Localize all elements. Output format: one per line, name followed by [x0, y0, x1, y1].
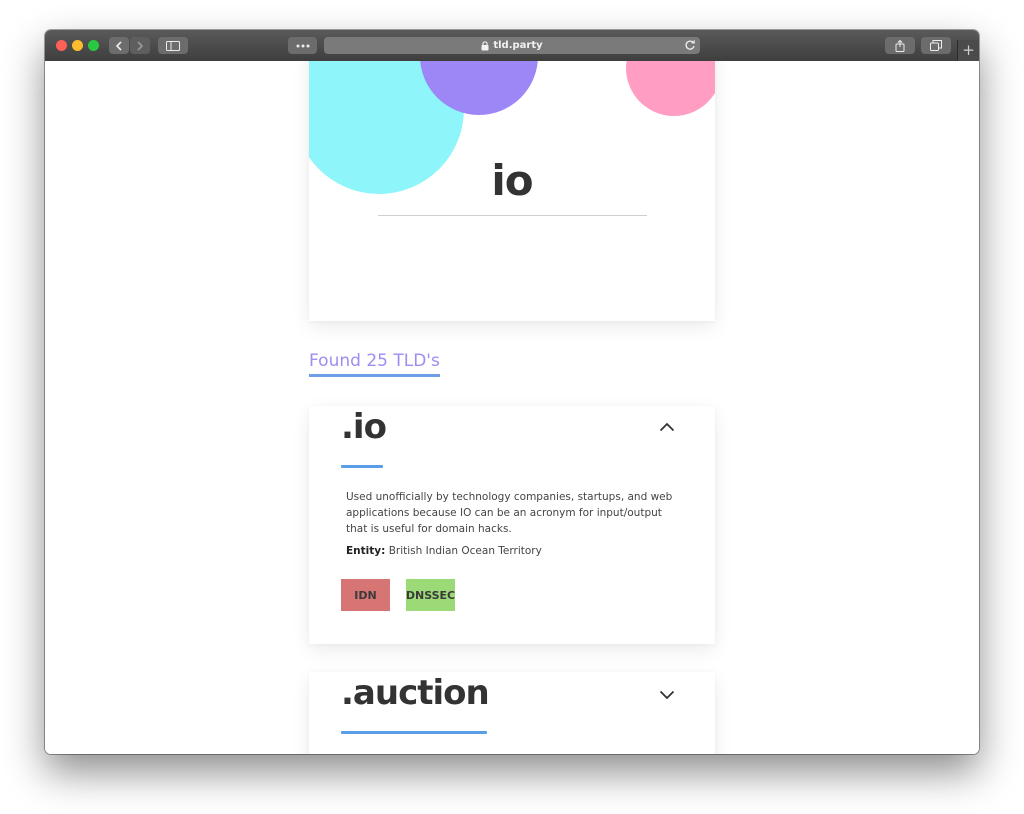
entity-label: Entity: — [346, 545, 386, 557]
share-button[interactable] — [885, 37, 915, 54]
browser-window: tld.party + io Found 25 TLD's .io Used u… — [45, 30, 979, 754]
more-dots-icon — [296, 44, 309, 47]
share-icon — [895, 39, 905, 52]
tld-card-io: .io Used unofficially by technology comp… — [309, 406, 715, 644]
tabs-icon — [930, 40, 942, 51]
results-count: Found 25 TLD's — [309, 351, 440, 377]
close-window-button[interactable] — [56, 40, 67, 51]
tld-entity: Entity: British Indian Ocean Territory — [346, 545, 542, 557]
show-tabs-button[interactable] — [921, 37, 951, 54]
browser-toolbar: tld.party + — [45, 30, 979, 62]
search-query-title: io — [491, 156, 533, 205]
tld-name: .io — [341, 407, 387, 447]
tld-name: .auction — [341, 673, 490, 713]
lock-icon — [481, 40, 489, 50]
sidebar-button[interactable] — [158, 37, 188, 54]
tld-name-underline — [341, 731, 487, 734]
chevron-right-icon — [137, 40, 144, 51]
entity-value: British Indian Ocean Territory — [388, 545, 542, 557]
new-tab-button[interactable]: + — [957, 40, 979, 61]
sidebar-icon — [166, 40, 180, 51]
tld-description: Used unofficially by technology companie… — [346, 491, 673, 535]
decorative-circle-pink — [626, 61, 715, 116]
forward-button[interactable] — [130, 37, 150, 54]
badge-dnssec: DNSSEC — [406, 579, 455, 611]
reload-icon[interactable] — [684, 39, 696, 51]
back-button[interactable] — [109, 37, 129, 54]
chevron-left-icon — [115, 40, 122, 51]
tld-name-underline — [341, 465, 383, 468]
hero-divider — [378, 215, 647, 216]
zoom-window-button[interactable] — [88, 40, 99, 51]
badge-idn: IDN — [341, 579, 390, 611]
minimize-window-button[interactable] — [72, 40, 83, 51]
page-content: io Found 25 TLD's .io Used unofficially … — [45, 61, 979, 754]
extensions-button[interactable] — [288, 37, 317, 54]
chevron-down-icon[interactable] — [659, 690, 675, 700]
chevron-up-icon[interactable] — [659, 422, 675, 432]
address-bar[interactable]: tld.party — [324, 37, 700, 54]
hero-card: io — [309, 61, 715, 321]
url-text: tld.party — [493, 40, 543, 51]
tld-card-auction[interactable]: .auction — [309, 672, 715, 754]
